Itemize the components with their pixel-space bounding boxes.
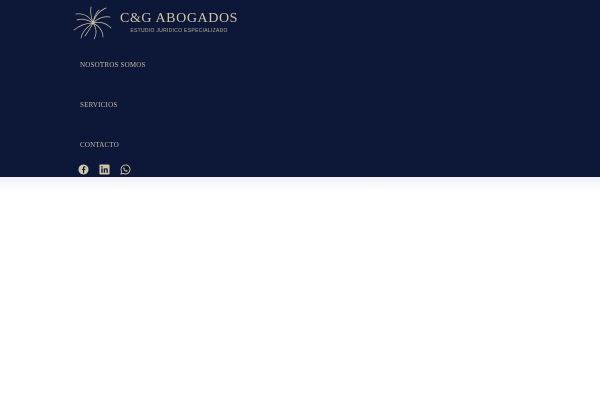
whatsapp-link[interactable] xyxy=(120,164,131,175)
brand-tagline: ESTUDIO JURIDICO ESPECIALIZADO xyxy=(130,28,228,34)
whatsapp-icon xyxy=(120,164,131,175)
facebook-icon xyxy=(78,164,89,175)
linkedin-icon xyxy=(99,164,110,175)
header-shadow xyxy=(0,177,600,191)
linkedin-link[interactable] xyxy=(99,164,110,175)
nav-item-servicios[interactable]: SERVICIOS xyxy=(80,101,117,109)
brand-name: C&G ABOGADOS xyxy=(120,11,239,26)
facebook-link[interactable] xyxy=(78,164,89,175)
site-header: C&G ABOGADOS ESTUDIO JURIDICO ESPECIALIZ… xyxy=(0,0,600,177)
nav-item-contacto[interactable]: CONTACTO xyxy=(80,141,119,149)
starburst-logo-icon xyxy=(73,6,112,40)
brand-text: C&G ABOGADOS ESTUDIO JURIDICO ESPECIALIZ… xyxy=(120,11,238,35)
nav-item-nosotros-somos[interactable]: NOSOTROS SOMOS xyxy=(80,61,146,69)
brand-logo[interactable]: C&G ABOGADOS ESTUDIO JURIDICO ESPECIALIZ… xyxy=(73,6,238,40)
